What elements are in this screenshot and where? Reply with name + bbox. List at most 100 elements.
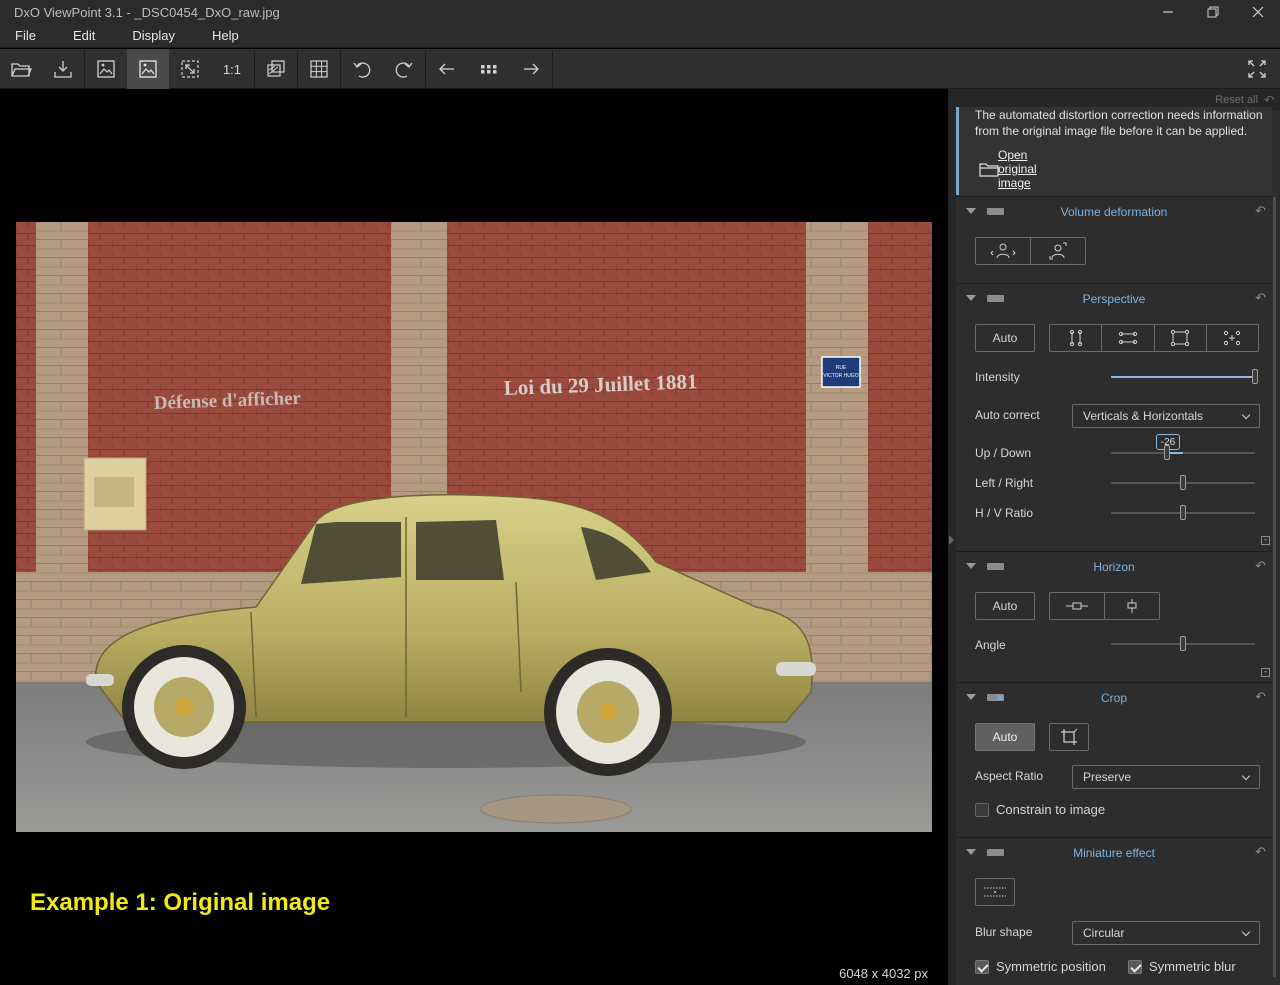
miniature-header[interactable]: Miniature effect ↶ <box>956 838 1272 868</box>
up-down-thumb[interactable] <box>1164 445 1171 460</box>
horizon-auto-button[interactable]: Auto <box>975 592 1035 620</box>
crop-manual-button[interactable] <box>1049 723 1089 751</box>
export-button[interactable] <box>42 49 84 89</box>
rotate-left-button[interactable] <box>341 49 383 89</box>
reset-section-icon[interactable]: ↶ <box>1255 689 1266 705</box>
miniature-title: Miniature effect <box>1073 846 1155 860</box>
left-right-label: Left / Right <box>975 476 1034 490</box>
volume-cylindrical-button[interactable] <box>976 238 1031 264</box>
symmetric-blur-box[interactable] <box>1128 959 1142 974</box>
reset-section-icon[interactable]: ↶ <box>1255 558 1266 574</box>
corrected-image-button[interactable] <box>127 49 169 89</box>
menu-bar: File Edit Display Help <box>0 24 1280 48</box>
section-volume-deformation: Volume deformation ↶ <box>956 196 1272 282</box>
undo-icon[interactable]: ↶ <box>1264 93 1274 107</box>
crop-auto-button[interactable]: Auto <box>975 723 1035 751</box>
volume-header[interactable]: Volume deformation ↶ <box>956 197 1272 227</box>
filmstrip-button[interactable] <box>468 49 510 89</box>
reset-all-button[interactable]: Reset all <box>1215 94 1258 106</box>
auto-correct-label: Auto correct <box>975 408 1040 422</box>
reset-section-icon[interactable]: ↶ <box>1255 203 1266 219</box>
image-canvas[interactable]: RUE VICTOR HUGO Défense d'afficher Loi d… <box>0 89 948 985</box>
eight-points-button[interactable] <box>1207 325 1258 351</box>
fullscreen-button[interactable] <box>1236 49 1278 89</box>
zoom-100-button[interactable]: 1:1 <box>211 49 253 89</box>
minimize-button[interactable] <box>1145 0 1190 24</box>
horizon-vertical-button[interactable] <box>1105 593 1159 619</box>
angle-slider[interactable] <box>1111 636 1255 651</box>
notice-text: The automated distortion correction need… <box>975 108 1263 138</box>
menu-help[interactable]: Help <box>212 28 239 43</box>
constrain-checkbox-box[interactable] <box>975 802 989 817</box>
reset-section-icon[interactable]: ↶ <box>1255 844 1266 860</box>
horizon-level-button[interactable] <box>1050 593 1105 619</box>
volume-mode-selector <box>975 237 1086 265</box>
points-icon <box>1224 330 1241 346</box>
panel-scrollbar[interactable] <box>1273 197 1276 977</box>
left-right-slider[interactable] <box>1111 475 1255 490</box>
crop-header[interactable]: Crop ↶ <box>956 683 1272 713</box>
aspect-ratio-value: Preserve <box>1083 770 1132 784</box>
rectangle-button[interactable] <box>1155 325 1207 351</box>
previous-image-button[interactable] <box>426 49 468 89</box>
open-original-label[interactable]: Open original image <box>998 148 1037 190</box>
collapse-minus-icon[interactable]: - <box>1261 668 1270 677</box>
open-button[interactable] <box>0 49 42 89</box>
constrain-label: Constrain to image <box>996 802 1106 817</box>
constrain-checkbox[interactable]: Constrain to image <box>975 802 1105 817</box>
chevron-down-icon <box>1241 410 1251 420</box>
restore-icon <box>1207 6 1218 18</box>
menu-display[interactable]: Display <box>132 28 175 43</box>
vertical-level-icon <box>1127 599 1137 613</box>
fullscreen-icon <box>1248 60 1266 78</box>
focus-band-icon <box>984 887 1006 897</box>
symmetric-position-box[interactable] <box>975 959 989 974</box>
rotate-right-button[interactable] <box>383 49 425 89</box>
menu-edit[interactable]: Edit <box>73 28 95 43</box>
horizon-header[interactable]: Horizon ↶ <box>956 552 1272 582</box>
aspect-ratio-dropdown[interactable]: Preserve <box>1072 765 1260 789</box>
close-button[interactable] <box>1235 0 1280 24</box>
expand-arrow-icon[interactable] <box>949 535 954 545</box>
caption-text: Example 1: Original image <box>30 889 331 916</box>
overlay-button[interactable] <box>255 49 297 89</box>
next-image-button[interactable] <box>510 49 552 89</box>
window-controls <box>1145 0 1280 24</box>
intensity-slider[interactable] <box>1111 369 1258 384</box>
symmetric-position-label: Symmetric position <box>996 959 1106 974</box>
collapse-minus-icon[interactable]: - <box>1261 536 1270 545</box>
blur-shape-dropdown[interactable]: Circular <box>1072 921 1260 945</box>
open-original-link[interactable]: Open original image <box>979 148 1037 190</box>
before-after-button[interactable] <box>85 49 127 89</box>
symmetric-position-checkbox[interactable]: Symmetric position <box>975 959 1106 974</box>
miniature-area-button[interactable] <box>975 878 1015 906</box>
intensity-thumb[interactable] <box>1252 369 1258 384</box>
svg-text:VICTOR HUGO: VICTOR HUGO <box>823 373 858 379</box>
symmetric-blur-checkbox[interactable]: Symmetric blur <box>1128 959 1236 974</box>
chevron-down-icon <box>1241 927 1251 937</box>
fit-screen-button[interactable] <box>169 49 211 89</box>
verticals-button[interactable] <box>1050 325 1103 351</box>
horizon-mode-selector <box>1049 592 1160 620</box>
angle-thumb[interactable] <box>1180 636 1186 651</box>
left-right-thumb[interactable] <box>1180 475 1186 490</box>
horizontals-button[interactable] <box>1102 325 1155 351</box>
rotate-right-icon <box>395 62 413 78</box>
hv-ratio-thumb[interactable] <box>1180 505 1186 520</box>
grid-button[interactable] <box>298 49 340 89</box>
up-down-slider[interactable] <box>1111 445 1255 460</box>
volume-spherical-button[interactable] <box>1031 238 1085 264</box>
panel-splitter[interactable] <box>948 89 956 985</box>
person-corner-icon <box>1049 242 1067 260</box>
menu-file[interactable]: File <box>15 28 36 43</box>
auto-correct-dropdown[interactable]: Verticals & Horizontals <box>1072 404 1260 428</box>
vertical-lines-icon <box>1069 329 1082 347</box>
perspective-auto-button[interactable]: Auto <box>975 324 1035 352</box>
folder-open-icon <box>11 63 32 77</box>
minimize-icon <box>1162 11 1173 13</box>
aspect-ratio-label: Aspect Ratio <box>975 769 1044 783</box>
maximize-button[interactable] <box>1190 0 1235 24</box>
reset-section-icon[interactable]: ↶ <box>1255 290 1266 306</box>
hv-ratio-slider[interactable] <box>1111 505 1255 520</box>
perspective-header[interactable]: Perspective ↶ <box>956 284 1272 314</box>
